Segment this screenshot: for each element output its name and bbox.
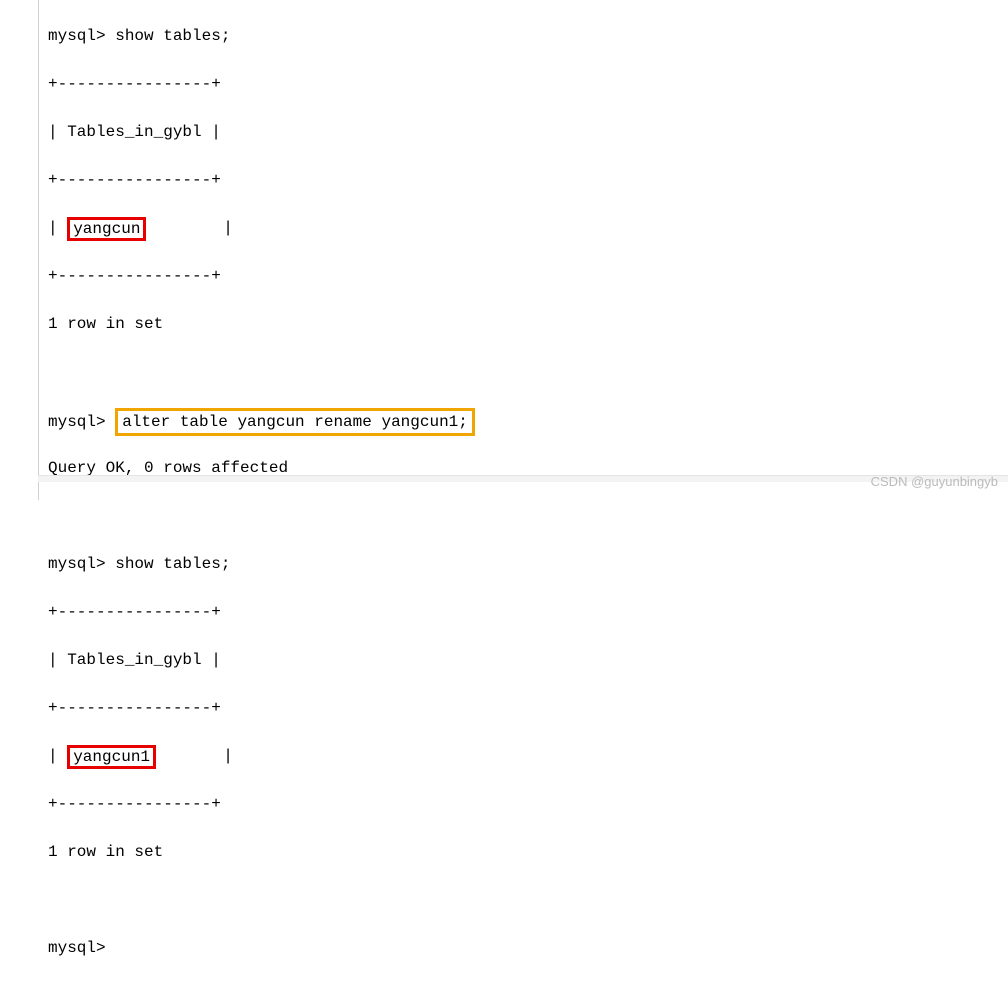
mysql-terminal: mysql> show tables; +----------------+ |… <box>0 0 1008 984</box>
row-prefix: | <box>48 747 67 765</box>
highlighted-alter-command: alter table yangcun rename yangcun1; <box>115 408 475 436</box>
prompt: mysql> <box>48 555 106 573</box>
watermark: CSDN @guyunbingyb <box>871 470 998 494</box>
table-header: | Tables_in_gybl | <box>48 651 221 669</box>
prompt: mysql> <box>48 939 106 957</box>
row-suffix: | <box>146 219 232 237</box>
prompt: mysql> <box>48 413 106 431</box>
table-border: +----------------+ <box>48 75 221 93</box>
table-border: +----------------+ <box>48 171 221 189</box>
table-border: +----------------+ <box>48 267 221 285</box>
table-header: | Tables_in_gybl | <box>48 123 221 141</box>
bottom-bar <box>38 475 1008 482</box>
row-count: 1 row in set <box>48 843 163 861</box>
highlighted-table-name-1: yangcun <box>67 217 146 241</box>
prompt: mysql> <box>48 27 106 45</box>
table-border: +----------------+ <box>48 699 221 717</box>
command: show tables; <box>115 555 230 573</box>
row-suffix: | <box>156 747 233 765</box>
highlighted-table-name-2: yangcun1 <box>67 745 156 769</box>
command: show tables; <box>115 27 230 45</box>
row-prefix: | <box>48 219 67 237</box>
table-border: +----------------+ <box>48 795 221 813</box>
row-count: 1 row in set <box>48 315 163 333</box>
table-border: +----------------+ <box>48 603 221 621</box>
